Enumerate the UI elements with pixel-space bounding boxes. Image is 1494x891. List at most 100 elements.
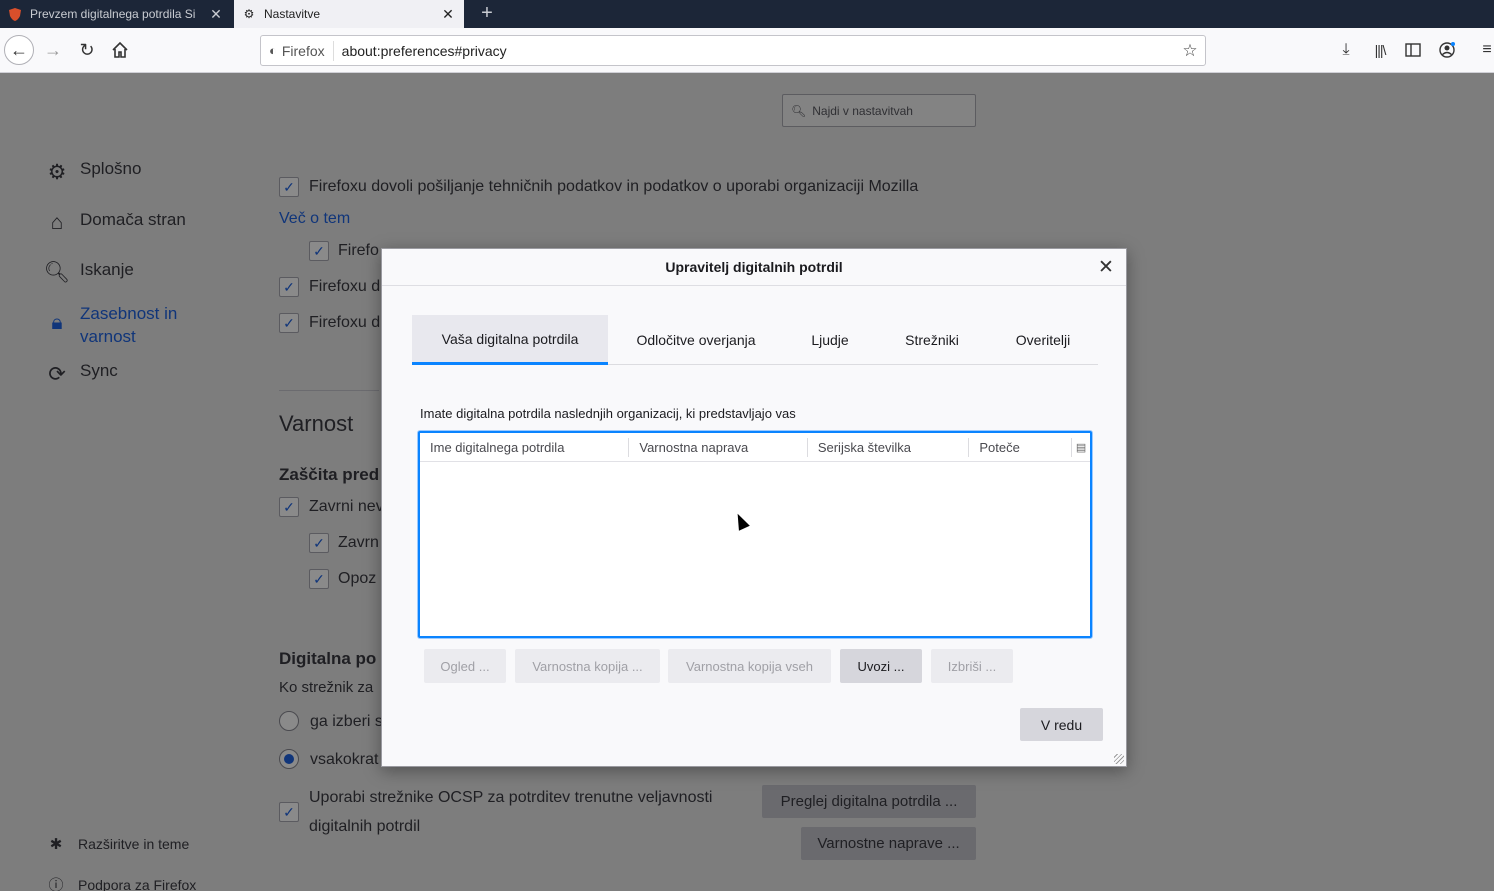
sidebar-button[interactable] [1398, 35, 1428, 65]
back-button[interactable]: ← [4, 35, 34, 65]
block-dangerous-checkbox[interactable]: ✓ [279, 497, 299, 517]
new-tab-button[interactable]: + [476, 2, 498, 24]
category-label: Sync [80, 361, 118, 380]
bookmark-star-icon[interactable]: ☆ [1175, 41, 1205, 61]
library-button[interactable]: |||\ [1365, 35, 1395, 65]
downloads-button[interactable]: ⤓ [1331, 35, 1361, 65]
support-link[interactable]: ⓘ Podpora za Firefox [46, 874, 196, 891]
close-icon[interactable]: ✕ [208, 6, 224, 23]
gear-icon: ⚙ [47, 160, 67, 184]
column-expires[interactable]: Poteče [969, 438, 1073, 457]
category-sync[interactable]: ⟳ Sync [44, 361, 118, 387]
category-privacy[interactable]: 🔒︎ Zasebnost in varnost [44, 302, 200, 348]
ocsp-checkbox[interactable]: ✓ [279, 802, 299, 822]
resize-grip-icon[interactable] [1114, 754, 1124, 764]
category-general[interactable]: ⚙ Splošno [44, 159, 142, 185]
dialog-close-button[interactable]: ✕ [1094, 255, 1118, 279]
sidebar-icon [1405, 43, 1421, 57]
delete-button[interactable]: Izbriši ... [931, 649, 1013, 683]
tab-title: Nastavitve [264, 7, 321, 21]
import-button[interactable]: Uvozi ... [840, 649, 922, 683]
hamburger-menu-icon: ≡ [1482, 41, 1492, 58]
radio-select-automatically[interactable] [279, 711, 299, 731]
tab-your-certificates[interactable]: Vaša digitalna potrdila [412, 315, 608, 365]
category-home[interactable]: ⌂ Domača stran [44, 210, 186, 236]
account-icon [1439, 42, 1455, 58]
account-button[interactable] [1432, 35, 1462, 65]
column-serial-number[interactable]: Serijska številka [808, 438, 970, 457]
column-security-device[interactable]: Varnostna naprava [629, 438, 808, 457]
tab-servers[interactable]: Strežniki [876, 315, 988, 365]
certificates-question: Ko strežnik za [279, 679, 374, 696]
category-label: Domača stran [80, 210, 186, 229]
radio-ask-every-time[interactable] [279, 749, 299, 769]
sync-icon: ⟳ [48, 362, 66, 386]
puzzle-icon: ✱ [49, 836, 63, 853]
tab-title: Prevzem digitalnega potrdila Si [30, 7, 196, 21]
category-label: Zasebnost in varnost [80, 304, 178, 346]
url-bar[interactable]: ◐ Firefox about:preferences#privacy ☆ [260, 35, 1206, 66]
view-certificates-button[interactable]: Preglej digitalna potrdila ... [762, 785, 976, 818]
reload-button[interactable]: ↻ [72, 35, 102, 65]
certificates-tree[interactable]: Ime digitalnega potrdila Varnostna napra… [418, 431, 1092, 638]
tab-certificate-download[interactable]: Prevzem digitalnega potrdila Si ✕ [0, 0, 232, 28]
view-button[interactable]: Ogled ... [424, 649, 506, 683]
option-checkbox[interactable]: ✓ [279, 313, 299, 333]
tab-authentication-decisions[interactable]: Odločitve overjanja [608, 315, 784, 365]
library-icon: |||\ [1374, 42, 1387, 58]
arrow-left-icon: ← [10, 39, 28, 60]
help-icon: ⓘ [48, 877, 64, 891]
dialog-tabs: Vaša digitalna potrdila Odločitve overja… [412, 315, 1098, 365]
close-icon: ✕ [1098, 256, 1114, 278]
search-icon: 🔍︎ [43, 261, 71, 284]
telemetry-checkbox[interactable]: ✓ [279, 177, 299, 197]
gear-icon: ⚙ [243, 7, 255, 21]
addons-label: Razširitve in teme [78, 836, 190, 852]
menu-button[interactable]: ≡ [1472, 35, 1494, 65]
home-icon [112, 41, 128, 58]
radio-select-automatically-label: ga izberi s [310, 713, 383, 730]
category-search[interactable]: 🔍︎ Iskanje [44, 260, 134, 286]
certificates-description: Imate digitalna potrdila naslednjih orga… [420, 406, 796, 421]
addons-link[interactable]: ✱ Razširitve in teme [46, 835, 190, 853]
backup-all-button[interactable]: Varnostna kopija vseh [668, 649, 831, 683]
sub-option-checkbox[interactable]: ✓ [309, 241, 329, 261]
ocsp-label: Uporabi strežnike OCSP za potrditev tren… [309, 789, 713, 806]
tab-settings[interactable]: ⚙ Nastavitve ✕ [234, 0, 464, 28]
firefox-icon: ◐ [269, 43, 277, 58]
url-text[interactable]: about:preferences#privacy [334, 43, 1175, 59]
arrow-right-icon: → [44, 39, 62, 60]
protection-heading: Zaščita pred [279, 465, 380, 484]
lock-icon: 🔒︎ [51, 311, 63, 334]
security-devices-button[interactable]: Varnostne naprave ... [801, 827, 976, 860]
warn-software-checkbox[interactable]: ✓ [309, 569, 329, 589]
category-label: Splošno [80, 159, 142, 178]
reload-icon: ↻ [79, 39, 95, 60]
search-placeholder: Najdi v nastavitvah [812, 103, 913, 118]
search-icon: 🔍︎ [791, 103, 807, 118]
ok-button[interactable]: V redu [1020, 708, 1103, 741]
block-dangerous-label: Zavrni nev [309, 498, 384, 515]
column-certificate-name[interactable]: Ime digitalnega potrdila [420, 438, 630, 457]
telemetry-label: Firefoxu dovoli pošiljanje tehničnih pod… [309, 178, 919, 195]
ocsp-label-continued: digitalnih potrdil [309, 818, 421, 835]
preferences-search-input[interactable]: 🔍︎ Najdi v nastavitvah [782, 94, 976, 127]
option-label: Firefoxu d [309, 314, 381, 331]
tab-authorities[interactable]: Overitelji [988, 315, 1098, 365]
tree-header: Ime digitalnega potrdila Varnostna napra… [420, 433, 1090, 462]
tab-people[interactable]: Ljudje [784, 315, 876, 365]
column-picker-icon[interactable]: ▤ [1072, 433, 1090, 461]
certificate-manager-dialog: Upravitelj digitalnih potrdil ✕ Vaša dig… [381, 248, 1127, 767]
close-icon[interactable]: ✕ [440, 6, 456, 23]
forward-button[interactable]: → [38, 35, 68, 65]
identity-box[interactable]: ◐ Firefox [261, 40, 334, 61]
identity-label: Firefox [281, 42, 325, 59]
block-downloads-label: Zavrn [338, 534, 379, 551]
category-label: Iskanje [80, 260, 134, 279]
home-button[interactable] [105, 35, 135, 65]
block-downloads-checkbox[interactable]: ✓ [309, 533, 329, 553]
option-label: Firefoxu d [309, 278, 381, 295]
learn-more-link[interactable]: Več o tem [279, 210, 350, 228]
backup-button[interactable]: Varnostna kopija ... [515, 649, 660, 683]
option-checkbox[interactable]: ✓ [279, 277, 299, 297]
